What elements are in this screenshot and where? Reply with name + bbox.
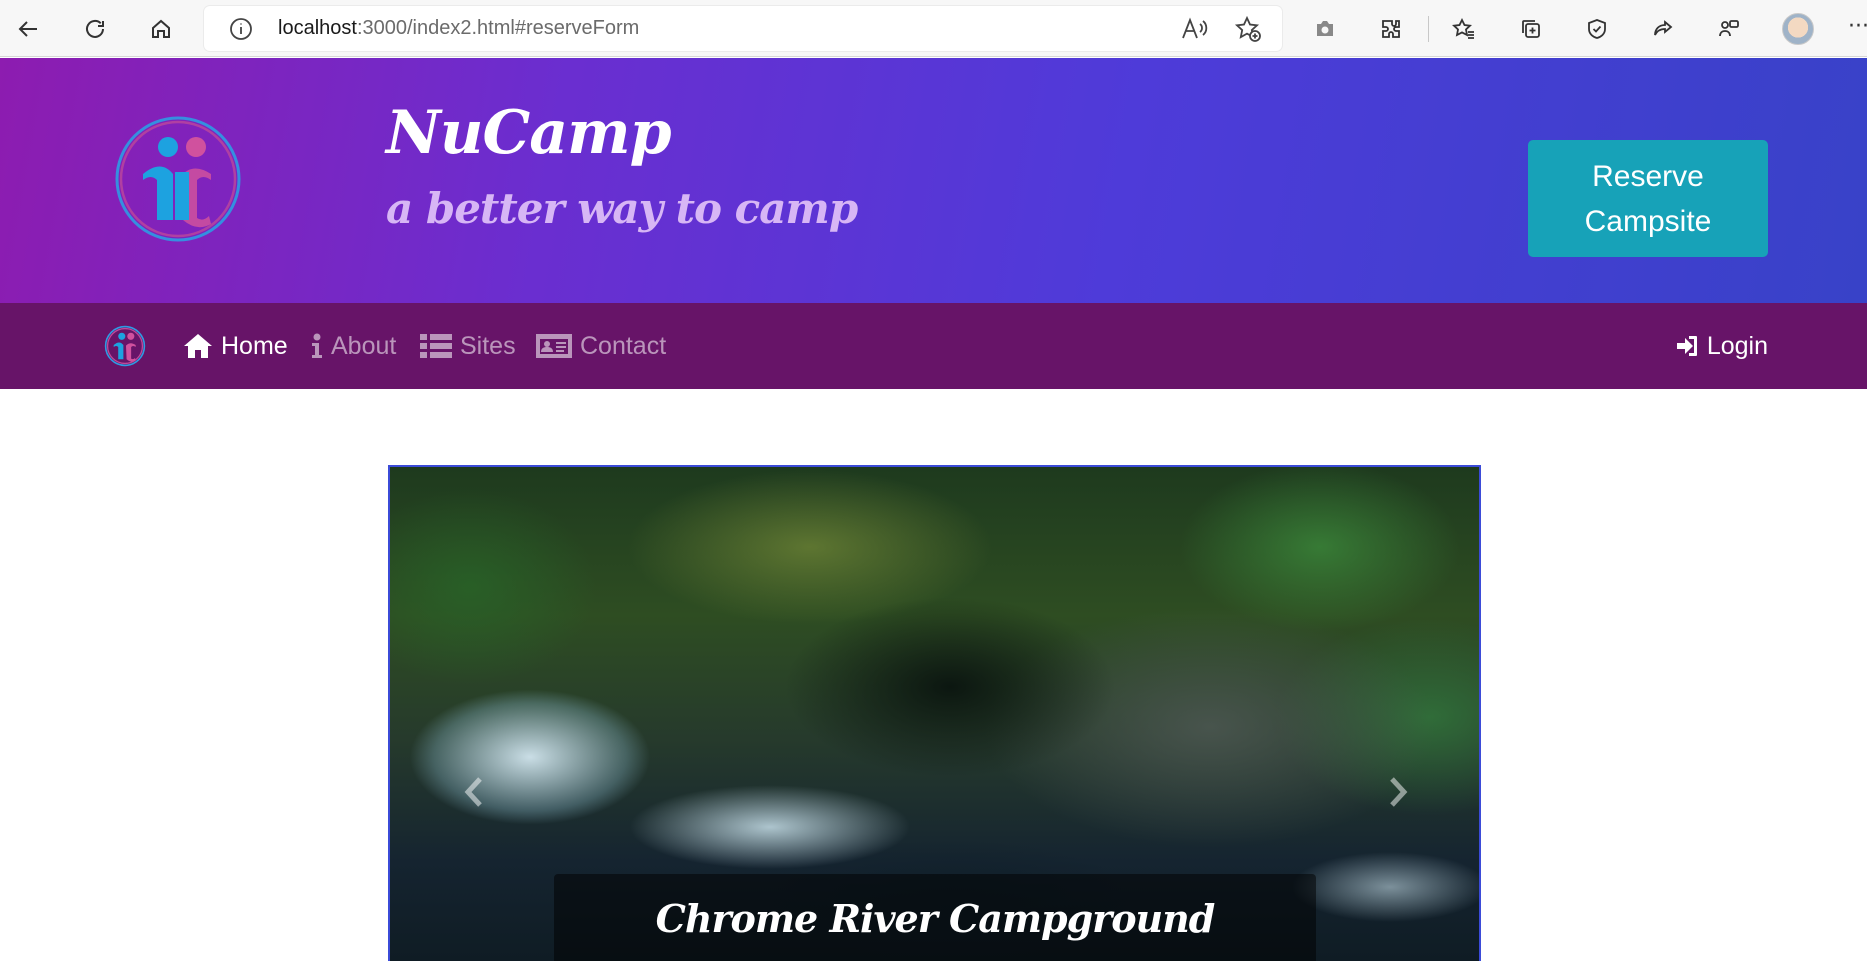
site-tagline: a better way to camp [386,184,858,233]
address-bar[interactable]: localhost:3000/index2.html#reserveForm [204,6,1282,51]
carousel-caption-title: Chrome River Campground [655,896,1216,941]
url-text[interactable]: localhost:3000/index2.html#reserveForm [278,17,639,40]
nav-item-home[interactable]: Home [183,329,288,363]
read-aloud-icon[interactable] [1180,16,1208,42]
back-icon[interactable] [12,12,46,46]
reserve-campsite-button[interactable]: Reserve Campsite [1528,140,1768,257]
site-title: NuCamp [386,98,672,168]
home-browser-icon[interactable] [144,12,178,46]
add-favorite-icon[interactable] [1234,15,1262,43]
refresh-icon[interactable] [78,12,112,46]
site-info-icon[interactable] [228,16,254,42]
camera-icon[interactable] [1308,12,1342,46]
url-path: :3000/index2.html#reserveForm [356,17,640,39]
collections-icon[interactable] [1514,12,1548,46]
nucamp-logo [115,116,241,242]
nav-label-about: About [331,331,397,360]
browser-toolbar: localhost:3000/index2.html#reserveForm ·… [0,0,1867,57]
toolbar-divider [1428,16,1429,42]
address-card-icon [536,334,572,358]
more-options-icon[interactable]: ··· [1848,14,1867,39]
nav-item-about[interactable]: About [311,329,396,363]
carousel-caption: Chrome River Campground [554,874,1316,961]
login-label: Login [1706,331,1768,360]
list-icon [420,334,452,358]
carousel-next-button[interactable] [1378,767,1418,817]
chevron-right-icon [1390,777,1408,807]
chevron-left-icon [464,777,482,807]
browser-essentials-icon[interactable] [1580,12,1614,46]
profile-avatar[interactable] [1782,13,1814,45]
nav-label-home: Home [221,331,288,360]
image-carousel: Chrome River Campground [388,465,1481,961]
nav-item-sites[interactable]: Sites [420,329,516,363]
favorites-icon[interactable] [1447,12,1481,46]
nav-item-contact[interactable]: Contact [536,329,666,363]
nav-label-contact: Contact [580,331,667,360]
carousel-prev-button[interactable] [454,767,494,817]
navbar-brand-logo[interactable] [104,325,146,367]
login-link[interactable]: Login [1675,329,1768,363]
url-host: localhost [278,17,357,39]
nav-label-sites: Sites [460,331,516,360]
info-icon [312,333,322,358]
header-jumbotron: NuCamp a better way to camp Reserve Camp… [0,58,1867,303]
extensions-icon[interactable] [1374,12,1408,46]
main-navbar: Home About Sites Contact Login [0,303,1867,389]
home-icon [184,334,212,358]
feedback-icon[interactable] [1712,12,1746,46]
sign-in-icon [1676,336,1697,356]
share-icon[interactable] [1646,12,1680,46]
